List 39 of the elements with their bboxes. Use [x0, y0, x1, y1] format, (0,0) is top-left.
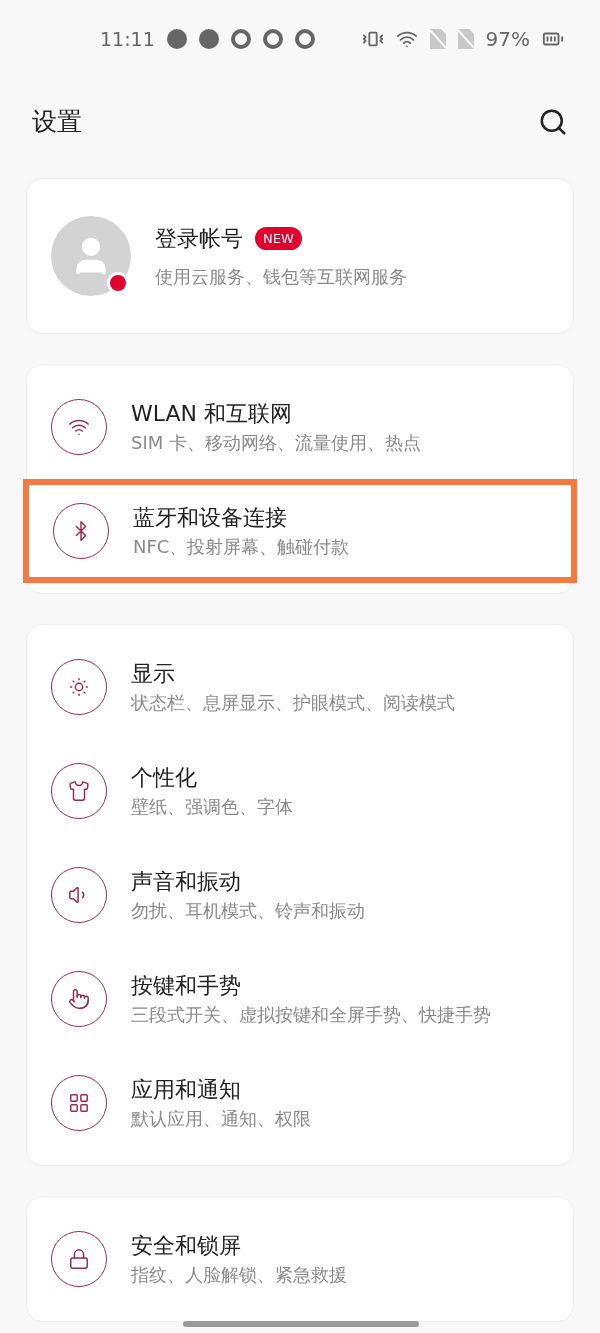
item-title: 显示	[131, 660, 176, 688]
notification-icon	[198, 29, 219, 49]
item-subtitle: 勿扰、耳机模式、铃声和振动	[131, 899, 365, 922]
settings-item[interactable]: 声音和振动 勿扰、耳机模式、铃声和振动	[27, 843, 573, 947]
item-title: 声音和振动	[131, 868, 242, 896]
new-badge: NEW	[255, 226, 302, 251]
settings-item[interactable]: 个性化 壁纸、强调色、字体	[27, 739, 573, 843]
item-title: 按键和手势	[131, 972, 242, 1000]
item-title: WLAN 和互联网	[131, 400, 293, 428]
item-title: 应用和通知	[131, 1076, 242, 1104]
item-subtitle: 壁纸、强调色、字体	[131, 795, 293, 818]
account-title: 登录帐号	[155, 225, 243, 253]
item-subtitle: SIM 卡、移动网络、流量使用、热点	[131, 431, 421, 454]
item-subtitle: 状态栏、息屏显示、护眼模式、阅读模式	[131, 691, 455, 714]
search-button[interactable]	[538, 107, 568, 137]
no-sim-icon	[429, 29, 446, 49]
settings-item[interactable]: 显示 状态栏、息屏显示、护眼模式、阅读模式	[27, 635, 573, 739]
item-subtitle: NFC、投射屏幕、触碰付款	[133, 535, 350, 558]
settings-item[interactable]: WLAN 和互联网 SIM 卡、移动网络、流量使用、热点	[27, 375, 573, 479]
item-title: 安全和锁屏	[131, 1232, 242, 1260]
no-sim-icon	[457, 29, 474, 49]
notification-icon	[262, 29, 283, 49]
settings-item[interactable]: 安全和锁屏 指纹、人脸解锁、紧急救援	[27, 1207, 573, 1311]
notification-icon	[230, 29, 251, 49]
item-subtitle: 三段式开关、虚拟按键和全屏手势、快捷手势	[131, 1003, 491, 1026]
settings-item[interactable]: 按键和手势 三段式开关、虚拟按键和全屏手势、快捷手势	[27, 947, 573, 1051]
item-subtitle: 默认应用、通知、权限	[131, 1107, 311, 1130]
battery-percent: 97%	[485, 26, 530, 53]
page-title: 设置	[32, 106, 82, 139]
account-subtitle: 使用云服务、钱包等互联网服务	[155, 265, 407, 289]
item-title: 个性化	[131, 764, 198, 792]
notification-icon	[166, 29, 187, 49]
account-card[interactable]: 登录帐号 NEW 使用云服务、钱包等互联网服务	[26, 178, 574, 334]
settings-item[interactable]: 蓝牙和设备连接 NFC、投射屏幕、触碰付款	[23, 479, 577, 583]
item-title: 蓝牙和设备连接	[133, 504, 288, 532]
item-subtitle: 指纹、人脸解锁、紧急救援	[131, 1263, 347, 1286]
status-time: 11:11	[100, 26, 155, 52]
settings-item[interactable]: 应用和通知 默认应用、通知、权限	[27, 1051, 573, 1155]
notification-icon	[294, 29, 315, 49]
